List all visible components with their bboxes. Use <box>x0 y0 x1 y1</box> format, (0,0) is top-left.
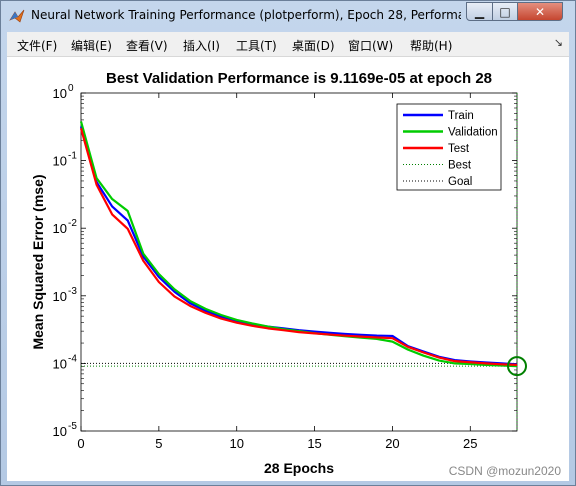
y-tick-label: 10 <box>53 86 67 101</box>
legend-label-best: Best <box>448 160 472 172</box>
legend-label-train: Train <box>448 110 474 122</box>
x-tick-label: 15 <box>307 436 321 451</box>
chart-title: Best Validation Performance is 9.1169e-0… <box>106 70 492 87</box>
y-tick-exponent: -2 <box>68 218 77 229</box>
menu-file[interactable]: 文件(F) <box>17 37 57 54</box>
x-tick-label: 0 <box>77 436 84 451</box>
figure-canvas: Best Validation Performance is 9.1169e-0… <box>7 57 569 481</box>
x-tick-label: 25 <box>463 436 477 451</box>
y-axis-label: Mean Squared Error (mse) <box>30 174 46 349</box>
y-tick-label: 10 <box>53 424 67 439</box>
maximize-button[interactable]: □ <box>492 2 518 21</box>
window-title: Neural Network Training Performance (plo… <box>31 8 461 22</box>
performance-chart: Best Validation Performance is 9.1169e-0… <box>30 70 562 478</box>
y-tick-label: 10 <box>53 356 67 371</box>
close-button[interactable]: ✕ <box>517 2 563 21</box>
x-tick-label: 5 <box>155 436 162 451</box>
menu-bar: 文件(F) 编辑(E) 查看(V) 插入(I) 工具(T) 桌面(D) 窗口(W… <box>7 32 569 57</box>
menu-window[interactable]: 窗口(W) <box>348 37 393 54</box>
y-tick-label: 10 <box>53 221 67 236</box>
dock-arrow-icon[interactable]: ↘ <box>554 36 563 49</box>
menu-desktop[interactable]: 桌面(D) <box>292 37 335 54</box>
figure-window: Neural Network Training Performance (plo… <box>0 0 576 486</box>
title-bar[interactable]: Neural Network Training Performance (plo… <box>1 1 575 31</box>
y-tick-exponent: -4 <box>68 353 77 364</box>
x-tick-label: 20 <box>385 436 399 451</box>
legend: Train Validation Test Best Goal <box>396 103 502 191</box>
menu-insert[interactable]: 插入(I) <box>183 37 220 54</box>
legend-label-validation: Validation <box>448 127 498 139</box>
y-tick-label: 10 <box>53 154 67 169</box>
matlab-icon <box>9 9 25 23</box>
legend-label-test: Test <box>448 143 470 155</box>
y-tick-exponent: 0 <box>68 83 74 94</box>
x-axis-label: 28 Epochs <box>264 460 334 476</box>
watermark: CSDN @mozun2020 <box>449 464 562 478</box>
y-tick-label: 10 <box>53 289 67 304</box>
menu-tools[interactable]: 工具(T) <box>236 37 277 54</box>
menu-help[interactable]: 帮助(H) <box>410 37 452 54</box>
y-tick-exponent: -1 <box>68 151 77 162</box>
y-tick-exponent: -5 <box>68 421 77 432</box>
minimize-button[interactable]: ▁ <box>466 2 493 21</box>
y-tick-exponent: -3 <box>68 286 77 297</box>
menu-edit[interactable]: 编辑(E) <box>71 37 112 54</box>
x-tick-label: 10 <box>229 436 243 451</box>
menu-view[interactable]: 查看(V) <box>126 37 168 54</box>
legend-label-goal: Goal <box>448 176 472 188</box>
